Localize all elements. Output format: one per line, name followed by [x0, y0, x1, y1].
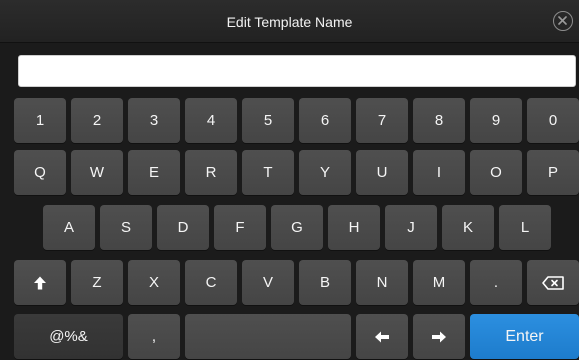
enter-button[interactable]: Enter — [470, 314, 579, 359]
key-2[interactable]: 2 — [71, 98, 123, 143]
key-j[interactable]: J — [385, 205, 437, 250]
key-4[interactable]: 4 — [185, 98, 237, 143]
key-u[interactable]: U — [356, 150, 408, 195]
key-z[interactable]: Z — [71, 260, 123, 305]
space-key[interactable] — [185, 314, 351, 359]
key-7[interactable]: 7 — [356, 98, 408, 143]
key-a[interactable]: A — [43, 205, 95, 250]
key-comma[interactable]: , — [128, 314, 180, 359]
key-p[interactable]: P — [527, 150, 579, 195]
key-3[interactable]: 3 — [128, 98, 180, 143]
key-w[interactable]: W — [71, 150, 123, 195]
arrow-left-icon — [375, 331, 389, 342]
key-k[interactable]: K — [442, 205, 494, 250]
key-i[interactable]: I — [413, 150, 465, 195]
cursor-left-key[interactable] — [356, 314, 408, 359]
dialog-titlebar: Edit Template Name — [0, 0, 579, 43]
shift-key[interactable] — [14, 260, 66, 305]
dialog-title: Edit Template Name — [226, 14, 353, 30]
key-y[interactable]: Y — [299, 150, 351, 195]
key-n[interactable]: N — [356, 260, 408, 305]
key-g[interactable]: G — [271, 205, 323, 250]
key-l[interactable]: L — [499, 205, 551, 250]
key-6[interactable]: 6 — [299, 98, 351, 143]
key-period[interactable]: . — [470, 260, 522, 305]
key-o[interactable]: O — [470, 150, 522, 195]
key-0[interactable]: 0 — [527, 98, 579, 143]
arrow-right-icon — [432, 331, 446, 342]
key-m[interactable]: M — [413, 260, 465, 305]
key-8[interactable]: 8 — [413, 98, 465, 143]
key-c[interactable]: C — [185, 260, 237, 305]
key-5[interactable]: 5 — [242, 98, 294, 143]
key-v[interactable]: V — [242, 260, 294, 305]
key-r[interactable]: R — [185, 150, 237, 195]
close-icon[interactable] — [553, 11, 573, 31]
key-q[interactable]: Q — [14, 150, 66, 195]
key-9[interactable]: 9 — [470, 98, 522, 143]
key-h[interactable]: H — [328, 205, 380, 250]
key-1[interactable]: 1 — [14, 98, 66, 143]
symbols-key[interactable]: @%& — [14, 314, 123, 359]
key-b[interactable]: B — [299, 260, 351, 305]
backspace-key[interactable] — [527, 260, 579, 305]
template-name-input[interactable] — [18, 55, 576, 87]
key-s[interactable]: S — [100, 205, 152, 250]
key-f[interactable]: F — [214, 205, 266, 250]
shift-arrow-up-icon — [34, 276, 46, 289]
key-d[interactable]: D — [157, 205, 209, 250]
cursor-right-key[interactable] — [413, 314, 465, 359]
backspace-icon — [542, 275, 564, 290]
key-e[interactable]: E — [128, 150, 180, 195]
key-x[interactable]: X — [128, 260, 180, 305]
key-t[interactable]: T — [242, 150, 294, 195]
